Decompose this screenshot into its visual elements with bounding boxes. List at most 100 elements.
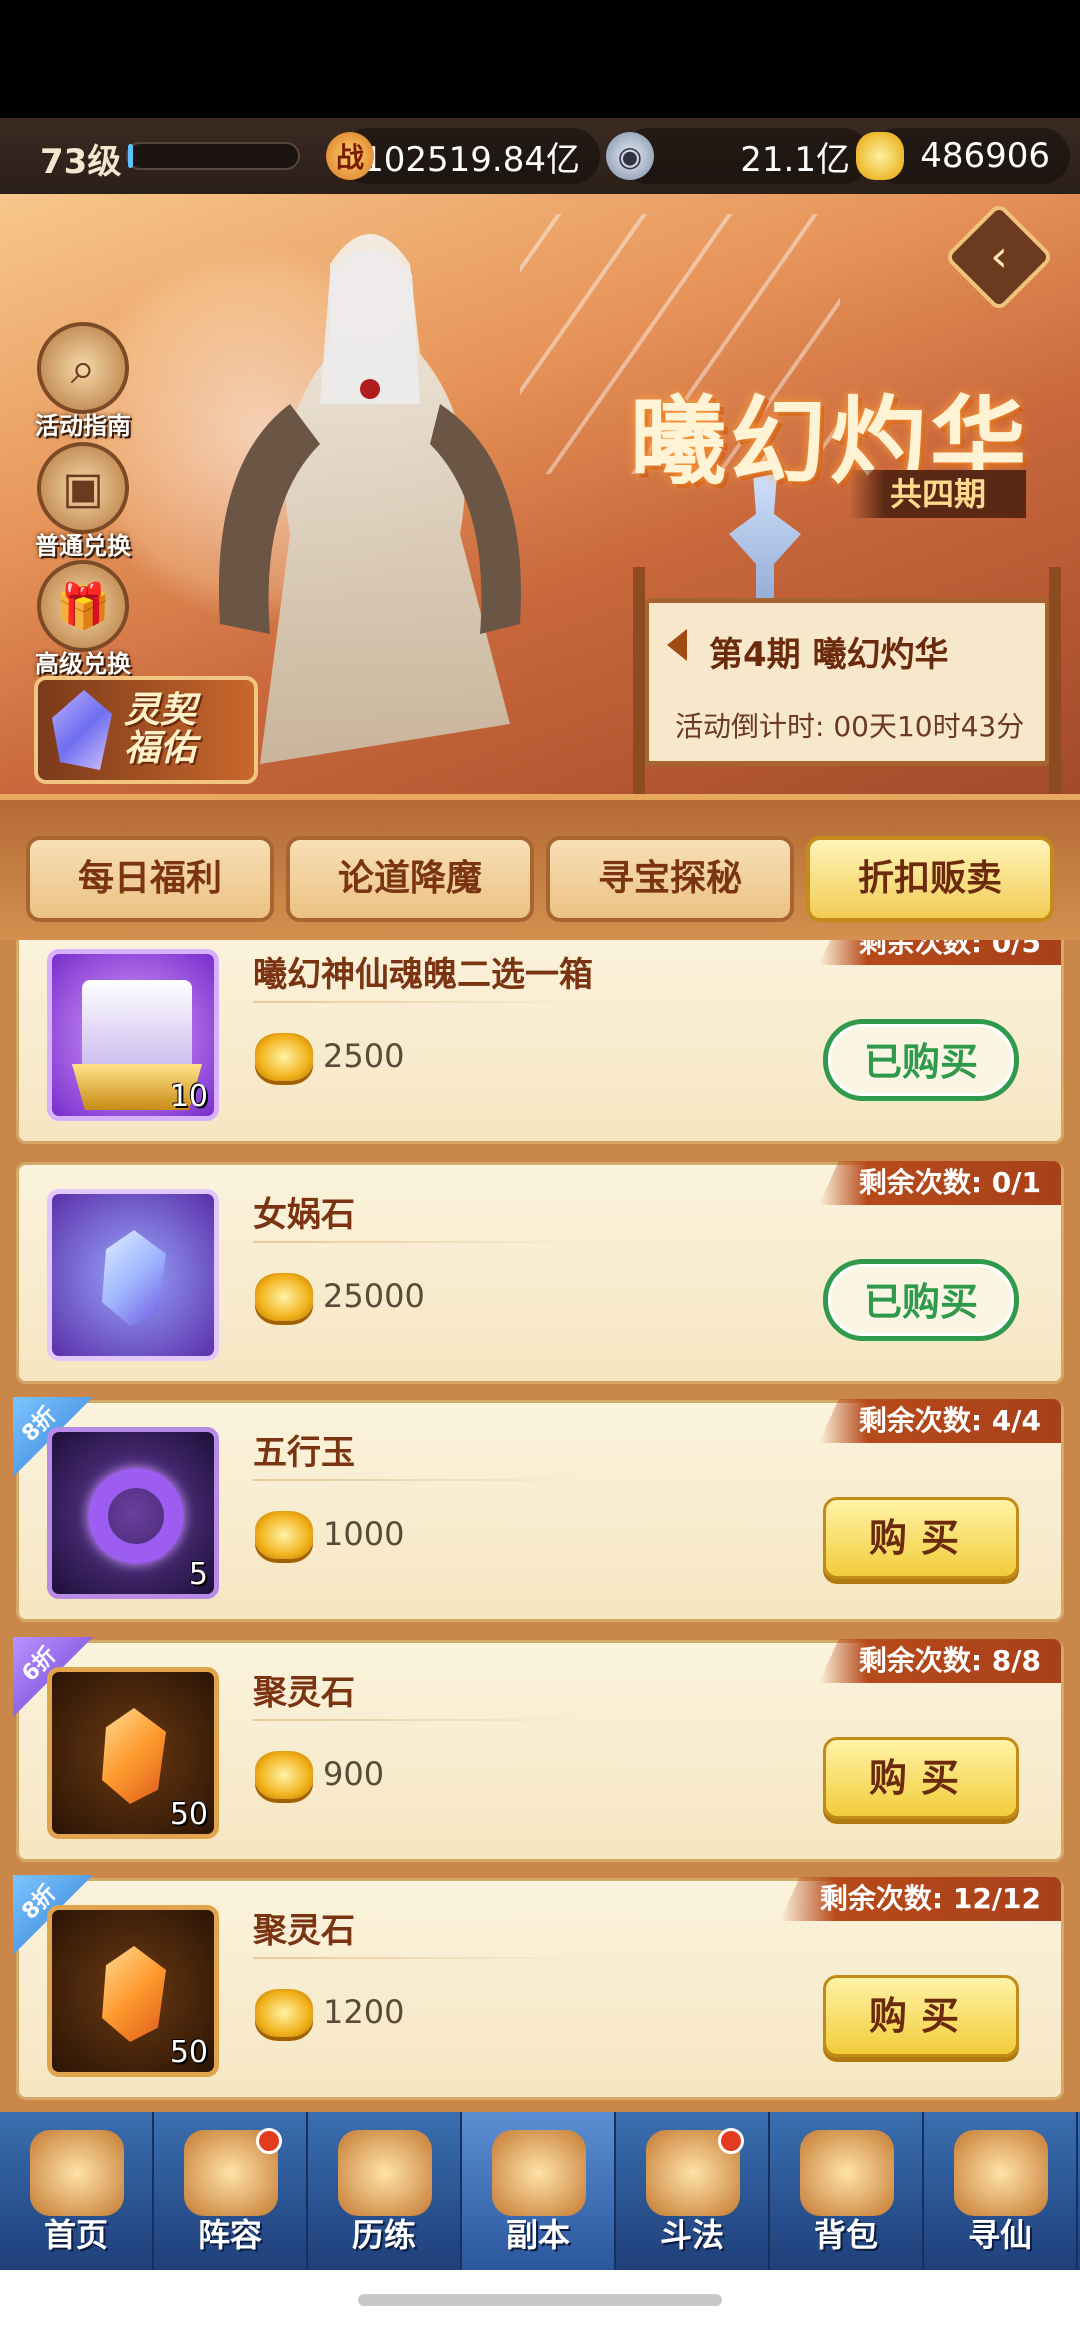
nav-bag[interactable]: 背包 <box>770 2112 924 2270</box>
divider <box>253 1479 593 1481</box>
buy-button[interactable]: 购买 <box>823 1737 1019 1819</box>
nav-label: 副本 <box>505 2216 570 2254</box>
item-quantity: 50 <box>169 2035 208 2070</box>
training-gourd-icon <box>338 2130 432 2216</box>
item-price: 25000 <box>323 1277 425 1315</box>
nav-duel[interactable]: 斗法 <box>616 2112 770 2270</box>
home-indicator[interactable] <box>358 2294 722 2306</box>
shop-item: 10 曦幻神仙魂魄二选一箱 2500 剩余次数: 0/5 已购买 <box>16 940 1064 1144</box>
item-price: 1200 <box>323 1993 405 2031</box>
panel-pole-right <box>1049 567 1061 794</box>
period-title: 第4期 曦幻灼华 <box>709 635 949 675</box>
item-icon[interactable]: 5 <box>47 1427 219 1599</box>
tab-daily-welfare[interactable]: 每日福利 <box>26 836 274 922</box>
gold-stat[interactable]: 486906 <box>856 128 1070 184</box>
event-banner: ‹ 曦幻灼华 共四期 ⌕ 活动指南 ▣ 普通兑换 🎁 高级兑换 灵契 福佑 第4期… <box>0 194 1080 794</box>
item-quantity: 50 <box>169 1797 208 1832</box>
gold-ingot-icon <box>856 132 904 180</box>
normal-exchange-label: 普通兑换 <box>35 532 131 560</box>
purchased-button[interactable]: 已购买 <box>823 1019 1019 1101</box>
period-panel: 第4期 曦幻灼华 活动倒计时: 00天10时43分 <box>633 567 1061 794</box>
item-price: 2500 <box>323 1037 405 1075</box>
item-quantity: 5 <box>188 1557 208 1592</box>
guide-label: 活动指南 <box>35 412 131 440</box>
silver-value: 21.1亿 <box>740 139 850 180</box>
item-name: 聚灵石 <box>253 1911 355 1951</box>
divider <box>253 1719 593 1721</box>
advanced-exchange-label: 高级兑换 <box>35 650 131 678</box>
silver-stat[interactable]: ◉ 21.1亿 <box>606 128 870 184</box>
shop-item: 8折 5 五行玉 1000 剩余次数: 4/4 购买 <box>13 1397 1064 1622</box>
purchased-button[interactable]: 已购买 <box>823 1259 1019 1341</box>
divider <box>253 1001 593 1003</box>
item-icon[interactable]: 50 <box>47 1905 219 2077</box>
gift-box-icon: ▣ <box>37 442 129 534</box>
item-name: 女娲石 <box>253 1195 355 1235</box>
power-value: 102519.84亿 <box>362 139 580 180</box>
lingqi-blessing-button[interactable]: 灵契 福佑 <box>34 676 258 784</box>
tab-dao-demon[interactable]: 论道降魔 <box>286 836 534 922</box>
gold-ingot-icon <box>255 1273 313 1321</box>
normal-exchange-button[interactable]: ▣ 普通兑换 <box>22 442 144 561</box>
panel-pole-left <box>633 567 645 794</box>
nav-label: 首页 <box>43 2216 108 2254</box>
shop-item: 女娲石 25000 剩余次数: 0/1 已购买 <box>16 1161 1064 1384</box>
item-icon[interactable] <box>47 1189 219 1361</box>
item-price: 1000 <box>323 1515 405 1553</box>
divider <box>253 1957 593 1959</box>
event-subtitle: 共四期 <box>850 470 1026 518</box>
advanced-exchange-button[interactable]: 🎁 高级兑换 <box>22 560 144 679</box>
remaining-count: 剩余次数: 0/1 <box>818 1161 1061 1205</box>
status-bar: 73级 战 102519.84亿 ◉ 21.1亿 486906 <box>0 118 1080 194</box>
item-quantity: 10 <box>169 1079 208 1114</box>
nav-label: 寻仙 <box>967 2216 1032 2254</box>
home-icon <box>30 2130 124 2216</box>
guide-button[interactable]: ⌕ 活动指南 <box>22 322 144 441</box>
remaining-count: 剩余次数: 12/12 <box>779 1877 1061 1921</box>
tab-treasure-hunt[interactable]: 寻宝探秘 <box>546 836 794 922</box>
back-button[interactable]: ‹ <box>943 201 1055 313</box>
item-name: 五行玉 <box>253 1433 355 1473</box>
back-arrow-icon: ‹ <box>990 231 1008 282</box>
item-icon[interactable]: 50 <box>47 1667 219 1839</box>
power-icon: 战 <box>326 132 374 180</box>
bottom-nav: 首页 阵容 历练 副本 斗法 背包 寻仙 <box>0 2112 1080 2270</box>
gold-value: 486906 <box>920 136 1050 176</box>
gold-ingot-icon <box>255 1033 313 1081</box>
nav-label: 阵容 <box>197 2216 262 2254</box>
dungeon-gate-icon <box>492 2130 586 2216</box>
scroll-icon <box>954 2130 1048 2216</box>
power-stat[interactable]: 战 102519.84亿 <box>326 128 600 184</box>
nav-label: 斗法 <box>659 2216 724 2254</box>
shop-item: 8折 50 聚灵石 1200 剩余次数: 12/12 购买 <box>13 1875 1064 2100</box>
buy-button[interactable]: 购买 <box>823 1497 1019 1579</box>
shop-item: 6折 50 聚灵石 900 剩余次数: 8/8 购买 <box>13 1637 1064 1862</box>
silver-coin-icon: ◉ <box>606 132 654 180</box>
item-icon[interactable]: 10 <box>47 949 219 1121</box>
gold-ingot-icon <box>255 1511 313 1559</box>
xp-bar <box>126 142 300 170</box>
countdown-text: 活动倒计时: 00天10时43分 <box>675 710 1025 743</box>
player-level: 73级 <box>40 142 122 182</box>
nav-seek-immortal[interactable]: 寻仙 <box>924 2112 1078 2270</box>
divider <box>253 1241 593 1243</box>
item-name: 曦幻神仙魂魄二选一箱 <box>253 955 593 995</box>
gift-icon: 🎁 <box>37 560 129 652</box>
system-home-bar <box>0 2270 1080 2338</box>
shop-list[interactable]: 10 曦幻神仙魂魄二选一箱 2500 剩余次数: 0/5 已购买 女娲石 250… <box>0 940 1080 2112</box>
bag-icon <box>800 2130 894 2216</box>
nav-label: 背包 <box>813 2216 878 2254</box>
notification-dot <box>256 2128 282 2154</box>
prev-period-arrow-icon[interactable] <box>667 629 687 661</box>
nav-dungeon[interactable]: 副本 <box>462 2112 616 2270</box>
tab-bar: 每日福利 论道降魔 寻宝探秘 折扣贩卖 <box>0 794 1080 940</box>
nav-training[interactable]: 历练 <box>308 2112 462 2270</box>
lingqi-label: 灵契 福佑 <box>124 690 197 769</box>
tab-discount-sale[interactable]: 折扣贩卖 <box>806 836 1054 922</box>
nav-lineup[interactable]: 阵容 <box>154 2112 308 2270</box>
item-price: 900 <box>323 1755 385 1793</box>
nav-home[interactable]: 首页 <box>0 2112 154 2270</box>
gold-ingot-icon <box>255 1751 313 1799</box>
page: 73级 战 102519.84亿 ◉ 21.1亿 486906 ‹ 曦幻灼华 共… <box>0 0 1080 2338</box>
buy-button[interactable]: 购买 <box>823 1975 1019 2057</box>
